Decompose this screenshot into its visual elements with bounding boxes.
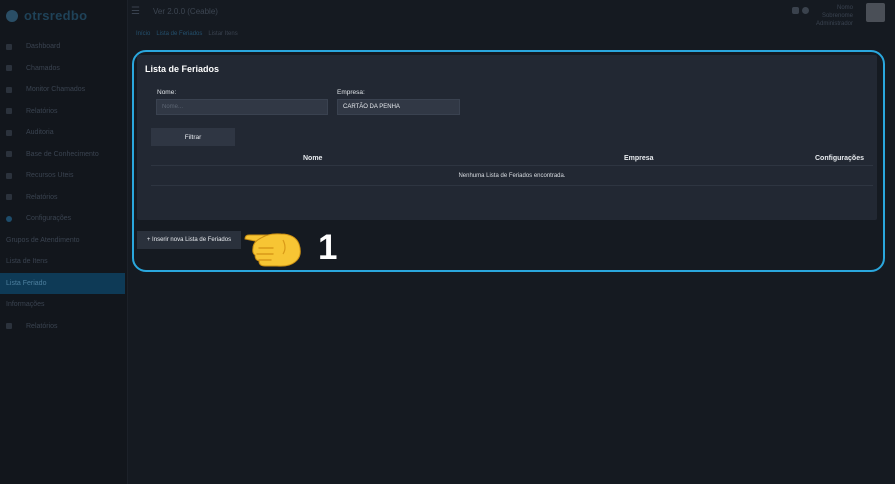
dashboard-icon: [6, 43, 12, 50]
sidebar-item-label: Dashboard: [26, 43, 61, 51]
app-title: Ver 2.0.0 (Ceable): [153, 7, 218, 16]
sidebar-item-label: Lista de Itens: [6, 258, 48, 266]
report-icon: [6, 108, 12, 115]
hamburger-menu-icon[interactable]: ☰: [131, 6, 140, 17]
nome-label: Nome:: [157, 89, 177, 96]
sidebar-item-chamados[interactable]: Chamados: [0, 58, 127, 80]
sidebar-item-label: Recursos Uteis: [26, 172, 74, 180]
breadcrumb: Início Lista de Feriados Listar Itens: [136, 31, 238, 37]
sidebar-subitem-lista-feriado[interactable]: Lista Feriado: [0, 272, 125, 294]
table-empty-row: Nenhuma Lista de Feriados encontrada.: [151, 166, 873, 186]
breadcrumb-item[interactable]: Início: [136, 31, 150, 37]
column-header-configuracoes: Configurações: [814, 155, 864, 162]
user-role: Administrador: [815, 21, 853, 27]
sidebar-subitem-informacoes[interactable]: Informações: [0, 294, 127, 316]
empresa-label: Empresa:: [337, 89, 365, 96]
sidebar-item-label: Relatórios: [26, 107, 58, 115]
sidebar-item-base[interactable]: Base de Conhecimento: [0, 144, 127, 166]
ticket-icon: [6, 65, 12, 72]
avatar[interactable]: [866, 3, 885, 22]
breadcrumb-item[interactable]: Lista de Feriados: [156, 31, 202, 37]
logo-icon: [6, 9, 18, 22]
sidebar-item-dashboard[interactable]: Dashboard: [0, 36, 127, 58]
sidebar-item-label: Relatórios: [26, 193, 58, 201]
gear-icon: [6, 215, 12, 222]
sidebar-item-label: Configurações: [26, 215, 72, 223]
sidebar-item-label: Grupos de Atendimento: [6, 236, 80, 244]
sidebar-item-label: Monitor Chamados: [26, 86, 86, 94]
logo-text: otrsredbo: [24, 8, 88, 23]
sidebar-item-label: Relatórios: [26, 322, 58, 330]
step-number: 1: [318, 228, 338, 267]
sidebar-item-label: Lista Feriado: [6, 279, 47, 287]
page-title: Lista de Feriados: [145, 64, 220, 74]
empresa-select[interactable]: CARTÃO DA PENHA: [337, 99, 460, 115]
insert-holiday-list-button[interactable]: + Inserir nova Lista de Feriados: [137, 231, 241, 249]
user-name: Nomo Sobrenome: [821, 5, 853, 19]
sidebar-subitem-lista-itens[interactable]: Lista de Itens: [0, 251, 127, 273]
sidebar-item-monitor[interactable]: Monitor Chamados: [0, 79, 127, 101]
pointing-hand-icon: [244, 233, 301, 267]
tools-icon: [6, 172, 12, 179]
empty-message: Nenhuma Lista de Feriados encontrada.: [458, 173, 566, 179]
sidebar-item-relatorios[interactable]: Relatórios: [0, 101, 127, 123]
nome-input[interactable]: [156, 99, 328, 115]
sidebar-item-configuracoes[interactable]: Configurações: [0, 208, 127, 230]
sidebar-menu: Dashboard Chamados Monitor Chamados Rela…: [0, 36, 127, 337]
column-header-empresa[interactable]: Empresa: [624, 155, 654, 162]
breadcrumb-current: Listar Itens: [208, 31, 238, 37]
sidebar-item-label: Chamados: [26, 64, 60, 72]
sidebar-item-relatorios-3[interactable]: Relatórios: [0, 316, 127, 338]
monitor-icon: [6, 86, 12, 93]
chart-icon: [6, 194, 12, 201]
settings-icon[interactable]: [802, 7, 809, 14]
table-header: Nome Empresa Configurações: [151, 151, 873, 166]
holiday-list-panel: Lista de Feriados Nome: Empresa: CARTÃO …: [137, 55, 877, 220]
sidebar-item-recursos[interactable]: Recursos Uteis: [0, 165, 127, 187]
sidebar-item-auditoria[interactable]: Auditoria: [0, 122, 127, 144]
sidebar: otrsredbo Dashboard Chamados Monitor Cha…: [0, 0, 128, 484]
document-icon: [6, 323, 12, 330]
user-info[interactable]: Nomo Sobrenome Administrador: [813, 4, 853, 28]
sidebar-subitem-grupos[interactable]: Grupos de Atendimento: [0, 230, 127, 252]
audit-icon: [6, 129, 12, 136]
sidebar-item-relatorios-2[interactable]: Relatórios: [0, 187, 127, 209]
topbar: ☰ Ver 2.0.0 (Ceable) Nomo Sobrenome Admi…: [127, 0, 895, 27]
book-icon: [6, 151, 12, 158]
bell-icon[interactable]: [792, 7, 799, 14]
sidebar-item-label: Informações: [6, 301, 45, 309]
filter-button[interactable]: Filtrar: [151, 128, 235, 146]
column-header-nome[interactable]: Nome: [303, 155, 322, 162]
sidebar-item-label: Base de Conhecimento: [26, 150, 99, 158]
sidebar-item-label: Auditoria: [26, 129, 54, 137]
app-logo[interactable]: otrsredbo: [6, 8, 87, 23]
